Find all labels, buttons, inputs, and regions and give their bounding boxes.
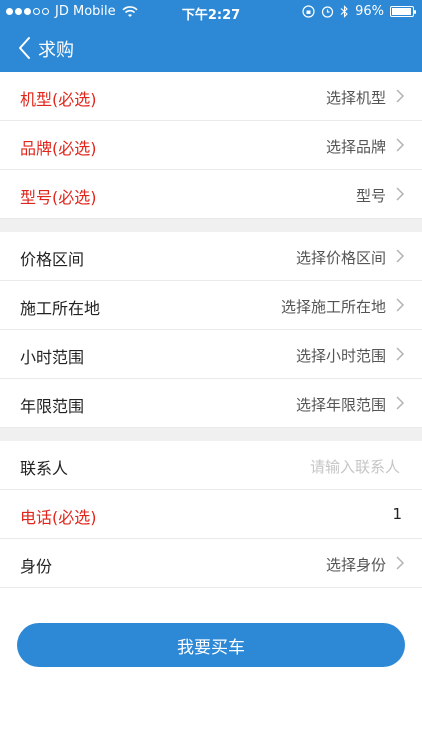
- row-year-range[interactable]: 年限范围 选择年限范围: [0, 379, 422, 428]
- row-hour-range[interactable]: 小时范围 选择小时范围: [0, 330, 422, 379]
- header: JD Mobile 下午2:27 96% 求购: [0, 0, 422, 72]
- row-brand[interactable]: 品牌(必选) 选择品牌: [0, 121, 422, 170]
- section-required: 机型(必选) 选择机型 品牌(必选) 选择品牌 型号(必选) 型号: [0, 72, 422, 219]
- row-value: 选择年限范围: [295, 396, 386, 414]
- chevron-right-icon: [396, 556, 405, 570]
- row-contact-person[interactable]: 联系人 请输入联系人: [0, 441, 422, 490]
- row-phone[interactable]: 电话(必选) 1: [0, 490, 422, 539]
- chevron-right-icon: [396, 347, 405, 361]
- row-value: 选择施工所在地: [280, 298, 386, 316]
- battery-icon: [390, 6, 416, 17]
- chevron-right-icon: [396, 249, 405, 263]
- status-bar: JD Mobile 下午2:27 96%: [0, 0, 422, 24]
- back-button[interactable]: [10, 32, 38, 64]
- phone-input[interactable]: 1: [392, 505, 402, 523]
- row-value: 选择价格区间: [295, 249, 386, 267]
- chevron-right-icon: [396, 89, 405, 103]
- page-title: 求购: [38, 40, 74, 61]
- row-label: 型号(必选): [20, 188, 97, 207]
- status-right: 96%: [302, 4, 416, 19]
- row-value: 选择机型: [325, 89, 386, 107]
- chevron-right-icon: [396, 396, 405, 410]
- row-label: 价格区间: [20, 250, 85, 269]
- nav-bar: 求购: [0, 24, 422, 72]
- row-identity[interactable]: 身份 选择身份: [0, 539, 422, 588]
- row-model[interactable]: 型号(必选) 型号: [0, 170, 422, 219]
- section-ranges: 价格区间 选择价格区间 施工所在地 选择施工所在地 小时范围 选择小时范围 年限…: [0, 232, 422, 428]
- chevron-right-icon: [396, 298, 405, 312]
- row-value: 选择身份: [325, 556, 386, 574]
- chevron-left-icon: [19, 37, 30, 59]
- row-label: 联系人: [20, 459, 69, 478]
- row-value: 型号: [355, 187, 386, 205]
- app-root: JD Mobile 下午2:27 96% 求购 机型(必选) 选择机型 品牌(必…: [0, 0, 422, 750]
- row-label: 施工所在地: [20, 299, 101, 318]
- row-label: 品牌(必选): [20, 139, 97, 158]
- row-label: 小时范围: [20, 348, 85, 367]
- section-divider: [0, 219, 422, 232]
- row-label: 机型(必选): [20, 90, 97, 109]
- section-divider: [0, 428, 422, 441]
- row-value: 选择小时范围: [295, 347, 386, 365]
- section-contact: 联系人 请输入联系人 电话(必选) 1 身份 选择身份: [0, 441, 422, 588]
- alarm-icon: [321, 6, 334, 18]
- chevron-right-icon: [396, 187, 405, 201]
- row-work-location[interactable]: 施工所在地 选择施工所在地: [0, 281, 422, 330]
- row-value: 选择品牌: [325, 138, 386, 156]
- chevron-right-icon: [396, 138, 405, 152]
- battery-percent: 96%: [355, 4, 384, 19]
- bluetooth-icon: [340, 5, 348, 18]
- contact-input[interactable]: 请输入联系人: [310, 456, 400, 477]
- buy-car-button[interactable]: 我要买车: [17, 623, 405, 667]
- row-price-range[interactable]: 价格区间 选择价格区间: [0, 232, 422, 281]
- orientation-lock-icon: [302, 5, 315, 18]
- row-label: 电话(必选): [20, 508, 97, 527]
- row-label: 年限范围: [20, 397, 85, 416]
- row-machine-type[interactable]: 机型(必选) 选择机型: [0, 72, 422, 121]
- row-label: 身份: [20, 557, 53, 576]
